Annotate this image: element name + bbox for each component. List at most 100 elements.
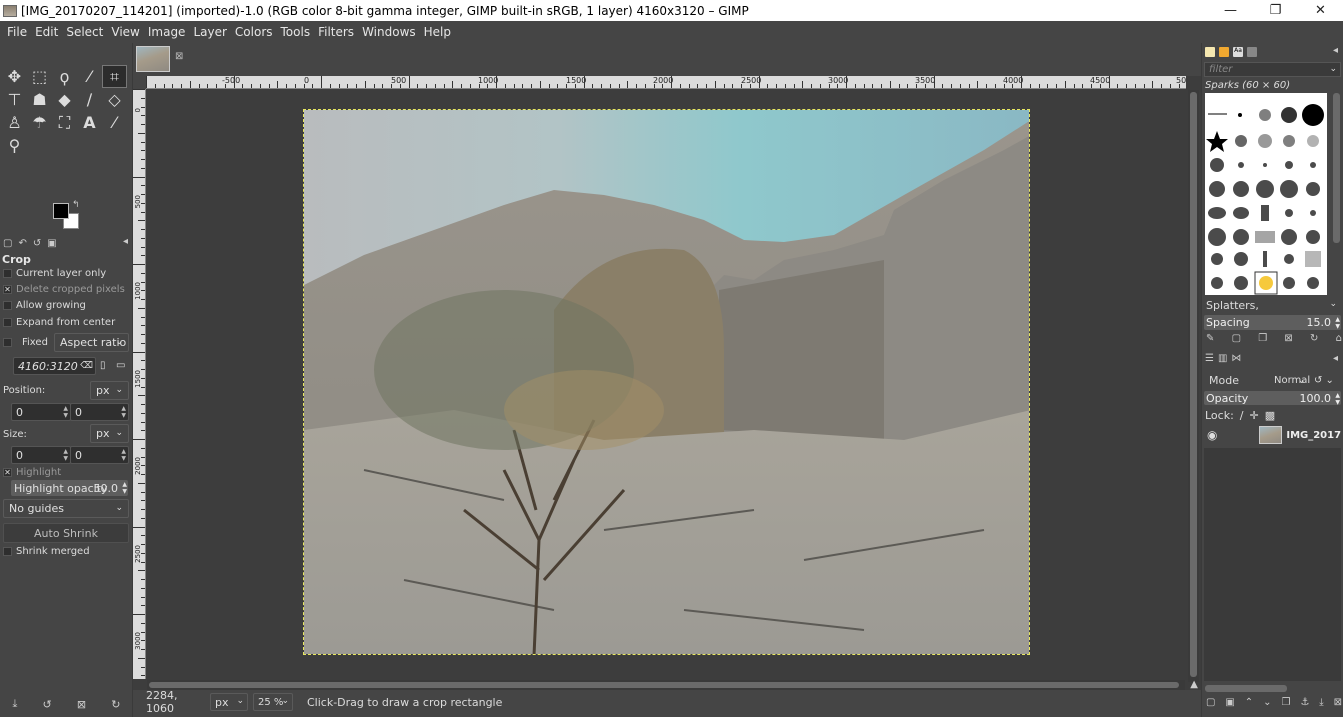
rect-select-tool-icon[interactable]: ⬚ [27,65,52,88]
delete-cropped-checkbox[interactable]: ✕ [3,285,12,294]
menu-select[interactable]: Select [62,25,107,39]
highlight-checkbox[interactable]: ✕ [3,468,12,477]
raise-layer-icon[interactable]: ⌃ [1245,697,1253,711]
position-y-input[interactable]: 0 ▲ ▼ [70,403,129,421]
canvas-area[interactable]: -500 0 500 1000 1500 2000 2500 3000 3500… [133,76,1201,690]
close-button[interactable]: ✕ [1298,0,1343,21]
color-picker-tool-icon[interactable]: ⁄ [102,111,127,134]
menu-file[interactable]: File [3,25,31,39]
delete-cropped-row[interactable]: ✕ Delete cropped pixels [3,282,125,297]
move-tool-icon[interactable]: ✥ [2,65,27,88]
bucket-fill-tool-icon[interactable]: ◆ [52,88,77,111]
spin-arrows-icon[interactable]: ▲ ▼ [63,448,68,462]
vertical-ruler[interactable]: 0 500 1000 1500 2000 2500 3000 [133,89,146,679]
document-history-tab-icon[interactable] [1247,47,1257,57]
tool-options-tab-icon[interactable]: ▢ [3,238,12,249]
brush-filter-input[interactable]: filter ⌄ [1204,62,1341,77]
menu-help[interactable]: Help [420,25,455,39]
zoom-tool-icon[interactable]: ⚲ [2,134,27,157]
fixed-checkbox[interactable] [3,338,12,347]
menu-image[interactable]: Image [144,25,190,39]
open-brush-icon[interactable]: ⌂ [1336,333,1342,347]
paths-tool-icon[interactable]: ⛶ [52,111,77,134]
color-swatches[interactable]: ↰ [53,200,83,233]
lock-pixels-icon[interactable]: ∕ [1240,409,1244,422]
paintbrush-tool-icon[interactable]: ∕ [77,88,102,111]
size-unit-select[interactable]: px ⌄ [90,424,129,443]
vertical-scrollbar[interactable] [1188,90,1199,682]
spin-arrows-icon[interactable]: ▲ ▼ [121,405,126,419]
spin-arrows-icon[interactable]: ▲ ▼ [122,481,127,495]
paths-tab-icon[interactable]: ⋈ [1231,353,1241,367]
close-tab-icon[interactable]: ⊠ [175,51,183,62]
shrink-merged-checkbox[interactable] [3,547,12,556]
anchor-layer-icon[interactable]: ⚓ [1300,697,1309,711]
lasso-tool-icon[interactable]: ϙ [52,65,77,88]
lock-alpha-icon[interactable]: ▩ [1265,409,1275,422]
spin-arrows-icon[interactable]: ▲ ▼ [63,405,68,419]
position-x-input[interactable]: 0 ▲ ▼ [11,403,71,421]
dock-menu-icon[interactable]: ◂ [1333,353,1338,364]
horizontal-scrollbar[interactable] [147,680,1185,690]
brush-grid[interactable] [1205,93,1327,295]
expand-from-center-row[interactable]: Expand from center [3,315,115,330]
fonts-tab-icon[interactable]: Aa [1233,47,1243,57]
layers-tab-icon[interactable]: ☰ [1205,353,1214,367]
clear-icon[interactable]: ⌫ [80,361,93,371]
smudge-tool-icon[interactable]: ☂ [27,111,52,134]
images-tab-icon[interactable]: ▣ [47,238,56,249]
menu-layer[interactable]: Layer [189,25,230,39]
merge-layer-icon[interactable]: ⤓ [1319,697,1323,711]
warp-tool-icon[interactable]: ☗ [27,88,52,111]
image-canvas[interactable] [303,109,1030,655]
chevron-down-icon[interactable]: ⌄ [1298,376,1306,386]
clone-tool-icon[interactable]: ♙ [2,111,27,134]
restore-preset-icon[interactable]: ↺ [43,698,52,711]
menu-view[interactable]: View [107,25,143,39]
brushes-tab-icon[interactable] [1205,47,1215,57]
transform-tool-icon[interactable]: ⊤ [2,88,27,111]
fixed-mode-select[interactable]: Aspect ratio ⌄ [54,333,129,352]
minimize-button[interactable]: — [1208,0,1253,21]
shrink-merged-row[interactable]: Shrink merged [3,544,90,559]
spin-arrows-icon[interactable]: ▲ ▼ [1335,392,1340,406]
expand-from-center-checkbox[interactable] [3,318,12,327]
refresh-brushes-icon[interactable]: ↻ [1310,333,1318,347]
new-layer-icon[interactable]: ▢ [1206,697,1215,711]
edit-brush-icon[interactable]: ✎ [1206,333,1214,347]
navigate-icon[interactable]: ▲ [1190,679,1198,690]
dock-menu-icon[interactable]: ◂ [123,236,128,247]
text-tool-icon[interactable]: A [77,111,102,134]
brushes-scrollbar[interactable] [1333,93,1340,243]
aspect-ratio-input[interactable]: 4160:3120 ⌫ [13,357,96,375]
layer-item[interactable]: ◉ IMG_20170207_114201 [1204,424,1341,446]
fuzzy-select-tool-icon[interactable]: ⁄ [77,65,102,88]
reset-mode-icon[interactable]: ↺ ⌄ [1314,375,1334,386]
layers-scrollbar[interactable] [1205,685,1287,692]
unit-select[interactable]: px ⌄ [210,693,248,711]
fixed-row[interactable]: Fixed [3,335,48,350]
lock-position-icon[interactable]: ✛ [1250,409,1259,422]
layer-opacity-slider[interactable]: Opacity 100.0 ▲ ▼ [1204,391,1341,406]
current-layer-only-row[interactable]: Current layer only [3,266,106,281]
new-brush-icon[interactable]: ▢ [1232,333,1241,347]
maximize-button[interactable]: ❐ [1253,0,1298,21]
reset-icon[interactable]: ↻ [111,698,120,711]
highlight-opacity-slider[interactable]: Highlight opacity 50.0 ▲ ▼ [11,480,128,496]
brush-tag-select[interactable]: Splatters, ⌄ [1204,297,1341,313]
highlight-row[interactable]: ✕ Highlight [3,465,61,480]
foreground-color[interactable] [53,203,69,219]
new-layer-group-icon[interactable]: ▣ [1225,697,1234,711]
swap-colors-icon[interactable]: ↰ [72,200,80,210]
guides-select[interactable]: No guides ⌄ [3,499,129,518]
duplicate-brush-icon[interactable]: ❐ [1258,333,1267,347]
undo-history-tab-icon[interactable]: ↺ [33,238,41,249]
duplicate-layer-icon[interactable]: ❐ [1281,697,1290,711]
menu-filters[interactable]: Filters [314,25,358,39]
auto-shrink-button[interactable]: Auto Shrink [3,523,129,543]
patterns-tab-icon[interactable] [1219,47,1229,57]
size-h-input[interactable]: 0 ▲ ▼ [70,446,129,464]
menu-colors[interactable]: Colors [231,25,277,39]
menu-tools[interactable]: Tools [277,25,315,39]
size-w-input[interactable]: 0 ▲ ▼ [11,446,71,464]
